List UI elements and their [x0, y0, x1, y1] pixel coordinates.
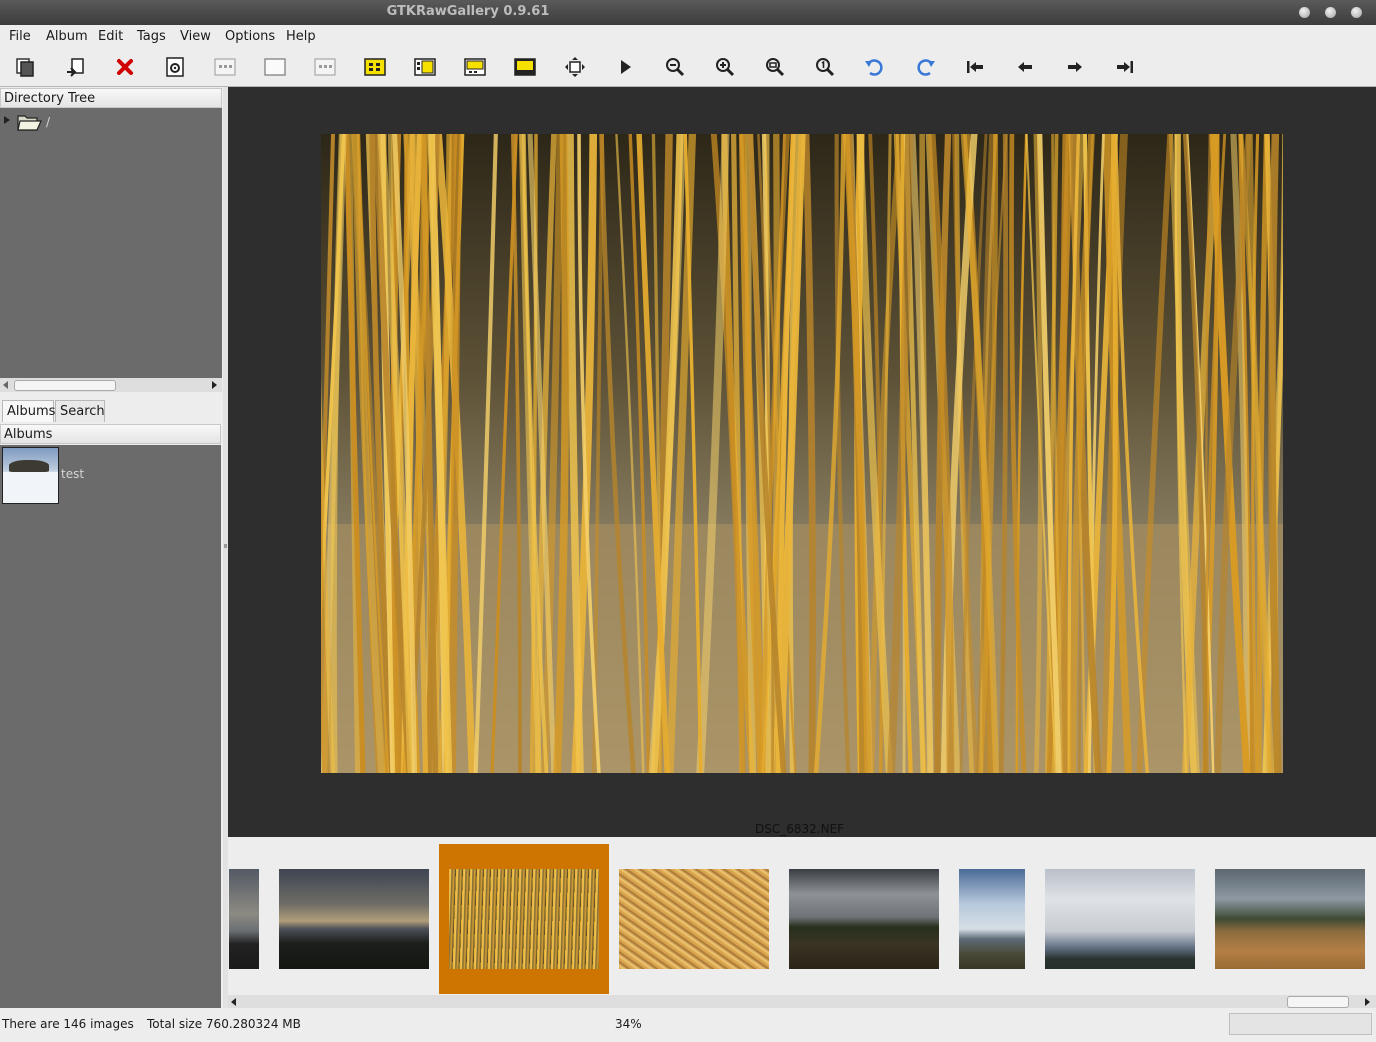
menu-bar: File Album Edit Tags View Options Help	[0, 25, 1376, 48]
menu-file[interactable]: File	[9, 29, 31, 44]
scroll-right-arrow-icon[interactable]	[212, 381, 217, 389]
layout-sidebar-icon[interactable]	[362, 54, 388, 80]
album-thumbnail[interactable]	[2, 447, 59, 504]
directory-tree-header[interactable]: Directory Tree	[0, 88, 222, 108]
thumbnail-orange-grass-tuft[interactable]	[619, 869, 769, 969]
tree-root-label[interactable]: /	[46, 115, 50, 129]
main-image	[321, 134, 1283, 773]
zoom-level: 34%	[615, 1017, 642, 1031]
scroll-left-arrow-icon[interactable]	[231, 998, 236, 1006]
layout-split-icon[interactable]	[412, 54, 438, 80]
sidebar-tabs: Albums Search	[0, 397, 222, 423]
last-image-icon[interactable]	[1112, 54, 1138, 80]
image-count: There are 146 images	[2, 1017, 134, 1031]
menu-help[interactable]: Help	[286, 29, 316, 44]
close-icon[interactable]	[1351, 7, 1362, 18]
expander-arrow-icon[interactable]	[4, 116, 10, 124]
thumbnail-selected-frame[interactable]	[439, 844, 609, 994]
tree-scrollbar-thumb[interactable]	[14, 380, 116, 391]
progress-bar	[1229, 1013, 1372, 1035]
slideshow-play-icon[interactable]	[612, 54, 638, 80]
status-bar: There are 146 images Total size 760.2803…	[0, 1008, 1376, 1042]
scroll-left-arrow-icon[interactable]	[3, 381, 8, 389]
tree-scrollbar[interactable]	[0, 378, 222, 392]
zoom-out-icon[interactable]	[662, 54, 688, 80]
previous-image-icon[interactable]	[1012, 54, 1038, 80]
thumbnail-blue-sky-hills[interactable]	[959, 869, 1025, 969]
next-image-icon[interactable]	[1062, 54, 1088, 80]
splitter-grip-icon	[224, 544, 227, 548]
window-title: GTKRawGallery 0.9.61	[386, 4, 550, 19]
zoom-in-icon[interactable]	[712, 54, 738, 80]
thumbnail-grid-icon[interactable]	[312, 54, 338, 80]
grid-view-icon[interactable]	[212, 54, 238, 80]
thumbnail-cloudy-field-trees[interactable]	[789, 869, 939, 969]
toolbar	[0, 48, 1376, 87]
filmstrip-scrollbar[interactable]	[228, 995, 1376, 1008]
thumbnail-cloudy-valley[interactable]	[1045, 869, 1195, 969]
menu-album[interactable]: Album	[46, 29, 88, 44]
layout-fullstrip-icon[interactable]	[512, 54, 538, 80]
total-size: Total size 760.280324 MB	[147, 1017, 301, 1031]
menu-edit[interactable]: Edit	[98, 29, 123, 44]
directory-tree[interactable]: /	[0, 108, 222, 378]
menu-options[interactable]: Options	[225, 29, 275, 44]
menu-tags[interactable]: Tags	[137, 29, 166, 44]
settings-icon[interactable]	[162, 54, 188, 80]
minimize-icon[interactable]	[1299, 7, 1310, 18]
directory-tree-title: Directory Tree	[4, 91, 96, 106]
album-list[interactable]: test	[0, 445, 221, 1008]
thumbnail-autumn-meadow-pines[interactable]	[1215, 869, 1365, 969]
title-bar: GTKRawGallery 0.9.61	[0, 0, 1376, 25]
zoom-100-icon[interactable]	[812, 54, 838, 80]
rotate-right-icon[interactable]	[912, 54, 938, 80]
fullscreen-icon[interactable]	[562, 54, 588, 80]
filmstrip[interactable]	[228, 837, 1376, 995]
scroll-right-arrow-icon[interactable]	[1365, 998, 1370, 1006]
zoom-fit-icon[interactable]	[762, 54, 788, 80]
image-filename: DSC_6832.NEF	[755, 822, 845, 836]
album-name[interactable]: test	[61, 467, 84, 481]
tab-albums[interactable]: Albums	[2, 400, 55, 422]
albums-header-label: Albums	[4, 427, 53, 442]
maximize-icon[interactable]	[1325, 7, 1336, 18]
thumbnail-dusk-hills[interactable]	[279, 869, 429, 969]
tab-search[interactable]: Search	[55, 400, 105, 422]
thumbnail-partial[interactable]	[229, 869, 259, 969]
delete-icon[interactable]	[112, 54, 138, 80]
image-viewer[interactable]	[228, 87, 1376, 837]
left-pane: Directory Tree / Albums Search Albums te…	[0, 87, 223, 1008]
folder-icon	[17, 112, 43, 136]
filmstrip-scrollbar-thumb[interactable]	[1287, 996, 1349, 1008]
menu-view[interactable]: View	[180, 29, 211, 44]
thumbnail-yellow-grass-reeds[interactable]	[449, 869, 599, 969]
copy-icon[interactable]	[12, 54, 38, 80]
first-image-icon[interactable]	[962, 54, 988, 80]
single-view-icon[interactable]	[262, 54, 288, 80]
albums-header[interactable]: Albums	[0, 424, 221, 444]
import-icon[interactable]	[62, 54, 88, 80]
rotate-left-icon[interactable]	[862, 54, 888, 80]
layout-top-icon[interactable]	[462, 54, 488, 80]
